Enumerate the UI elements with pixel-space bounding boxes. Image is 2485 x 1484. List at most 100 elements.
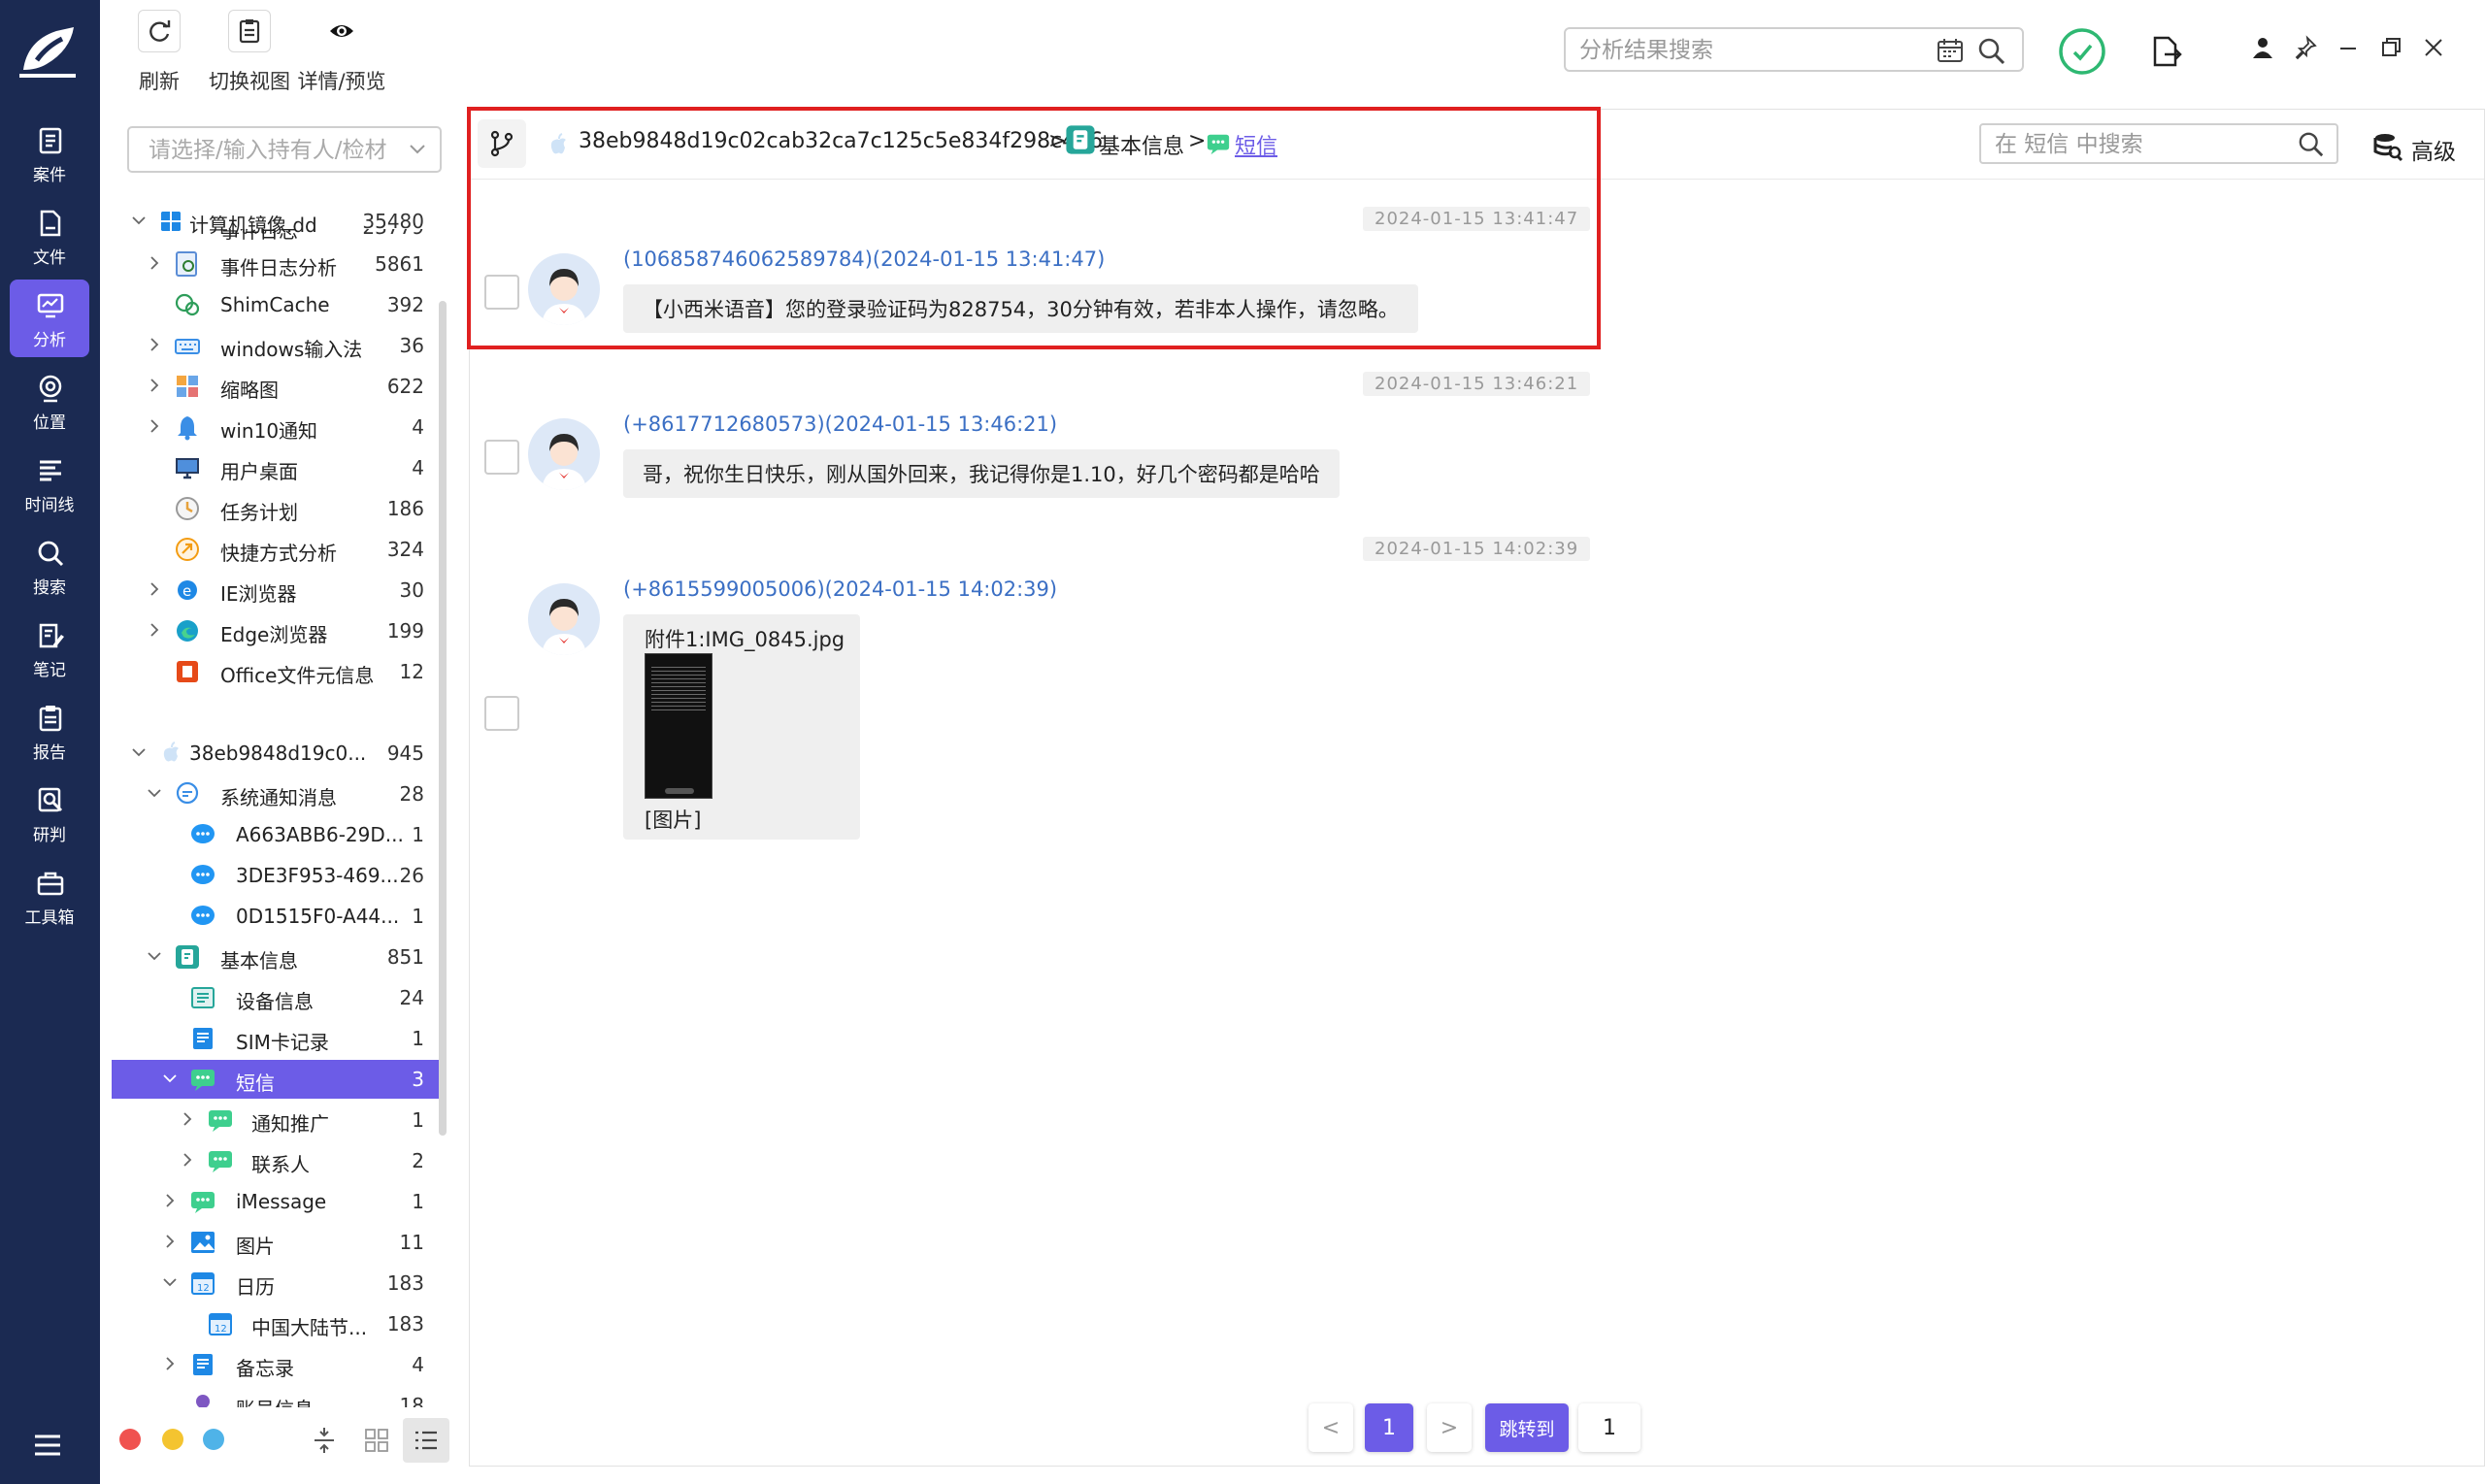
tree-row-user-desktop[interactable]: 用户桌面 4 (112, 448, 440, 487)
shield-check-icon[interactable] (2058, 27, 2106, 76)
chevron-right-icon[interactable] (162, 1234, 178, 1249)
pin-icon[interactable] (2293, 35, 2318, 60)
tree-row-sim-records[interactable]: SIM卡记录 1 (112, 1019, 440, 1058)
tree-row-windows-ime[interactable]: windows输入法 36 (112, 326, 440, 365)
breadcrumb-device[interactable]: 38eb9848d19c02cab32ca7c125c5e834f298c416 (579, 129, 1103, 153)
jump-to-button[interactable]: 跳转到 (1485, 1403, 1569, 1452)
chevron-right-icon[interactable] (162, 1193, 178, 1208)
message-checkbox[interactable] (484, 696, 519, 731)
restore-icon[interactable] (2378, 35, 2403, 60)
tree-row-sms[interactable]: 短信 3 (112, 1060, 440, 1099)
tree-row-notification-id[interactable]: 0D1515F0-A44... 1 (112, 897, 440, 936)
message-checkbox[interactable] (484, 275, 519, 310)
jump-page-input[interactable]: 1 (1578, 1403, 1640, 1452)
tree-row-device-info[interactable]: 设备信息 24 (112, 978, 440, 1017)
calendar-icon[interactable] (1937, 38, 1964, 63)
chevron-right-icon[interactable] (147, 337, 162, 352)
prev-page-button[interactable]: < (1309, 1403, 1353, 1452)
branch-button[interactable] (478, 119, 526, 168)
tree-row-thumbnails[interactable]: 缩略图 622 (112, 367, 440, 406)
grid-view-icon[interactable] (364, 1428, 389, 1453)
tree-row-system-notification[interactable]: 系统通知消息 28 (112, 775, 440, 813)
attachment-filename[interactable]: 附件1:IMG_0845.jpg (645, 624, 845, 653)
nav-item-toolbox[interactable]: 工具箱 (10, 857, 89, 935)
chevron-right-icon[interactable] (147, 581, 162, 597)
tree-row-memo[interactable]: 备忘录 4 (112, 1345, 440, 1384)
yellow-dot-icon[interactable] (162, 1429, 183, 1450)
tree-row-notification-id[interactable]: 3DE3F953-469... 26 (112, 856, 440, 895)
tree-row-ie-browser[interactable]: e IE浏览器 30 (112, 571, 440, 610)
holder-select[interactable] (127, 126, 442, 173)
tree-row-imessage[interactable]: iMessage 1 (112, 1182, 440, 1221)
chevron-down-icon[interactable] (162, 1071, 178, 1086)
red-dot-icon[interactable] (119, 1429, 141, 1450)
tree-row-sms-promotion[interactable]: 通知推广 1 (112, 1101, 440, 1139)
chevron-down-icon[interactable] (131, 744, 147, 760)
search-icon[interactable] (1977, 37, 2006, 66)
tree-row-photos[interactable]: 图片 11 (112, 1223, 440, 1262)
tree-scrollbar[interactable] (439, 301, 447, 1136)
chevron-down-icon[interactable] (162, 1274, 178, 1290)
tree-row-sms-contacts[interactable]: 联系人 2 (112, 1141, 440, 1180)
message-checkbox[interactable] (484, 440, 519, 475)
search-icon[interactable] (2298, 131, 2325, 158)
advanced-search-button[interactable]: 高级 (2372, 127, 2469, 165)
chevron-down-icon[interactable] (131, 213, 147, 228)
tree-row-task-schedule[interactable]: 任务计划 186 (112, 489, 440, 528)
nav-item-search[interactable]: 搜索 (10, 527, 89, 605)
tree-row-phone-device[interactable]: 38eb9848d19c0... 945 (112, 734, 440, 773)
nav-item-file[interactable]: 文件 (10, 197, 89, 275)
message-sender[interactable]: (+8617712680573)(2024-01-15 13:46:21) (623, 412, 1057, 436)
detail-preview-button[interactable]: 详情/预览 (295, 10, 388, 97)
tree-row-account-info[interactable]: 账号信息 18 (112, 1386, 440, 1407)
nav-item-note[interactable]: 笔记 (10, 610, 89, 687)
nav-item-timeline[interactable]: 时间线 (10, 445, 89, 522)
chevron-right-icon[interactable] (162, 1356, 178, 1371)
tree-row-shimcache[interactable]: ShimCache 392 (112, 285, 440, 324)
menu-icon[interactable] (33, 1434, 62, 1457)
user-icon[interactable] (2250, 35, 2275, 60)
chevron-down-icon[interactable] (147, 785, 162, 801)
tree-row-office-meta[interactable]: Office文件元信息 12 (112, 652, 440, 691)
message-sender[interactable]: (106858746062589784)(2024-01-15 13:41:47… (623, 247, 1105, 271)
nav-item-analysis[interactable]: 分析 (10, 280, 89, 357)
next-page-button[interactable]: > (1427, 1403, 1472, 1452)
breadcrumb-section[interactable]: 基本信息 (1099, 129, 1184, 160)
tree-row-calendar-holidays[interactable]: 12 中国大陆节... 183 (112, 1304, 440, 1343)
collapse-icon[interactable] (312, 1426, 337, 1455)
holder-input[interactable] (149, 136, 401, 165)
sms-content-panel: 38eb9848d19c02cab32ca7c125c5e834f298c416… (469, 109, 2485, 1467)
export-icon[interactable] (2149, 35, 2182, 68)
refresh-button[interactable]: 刷新 (130, 10, 188, 97)
chevron-right-icon[interactable] (147, 418, 162, 434)
sms-search-input[interactable] (1995, 130, 2286, 159)
chevron-right-icon[interactable] (147, 622, 162, 638)
tree-row-shortcut-analysis[interactable]: 快捷方式分析 324 (112, 530, 440, 569)
chevron-down-icon[interactable] (147, 948, 162, 964)
tree-row-notification-id[interactable]: A663ABB6-29D... 1 (112, 815, 440, 854)
minimize-icon[interactable] (2336, 35, 2361, 60)
chevron-right-icon[interactable] (180, 1111, 195, 1127)
chevron-right-icon[interactable] (147, 255, 162, 271)
chevron-right-icon[interactable] (147, 378, 162, 393)
nav-item-location[interactable]: 位置 (10, 362, 89, 440)
blue-dot-icon[interactable] (203, 1429, 224, 1450)
tree-row-event-log[interactable]: 事件日志 23779 (112, 229, 440, 245)
global-search-input[interactable] (1579, 35, 1909, 66)
attachment-thumbnail[interactable] (645, 653, 712, 799)
nav-item-case[interactable]: 案件 (10, 115, 89, 192)
current-page-button[interactable]: 1 (1365, 1403, 1413, 1452)
nav-item-judge[interactable]: 研判 (10, 775, 89, 852)
chevron-right-icon[interactable] (180, 1152, 195, 1168)
tree-row-edge-browser[interactable]: Edge浏览器 199 (112, 611, 440, 650)
list-view-button[interactable] (403, 1418, 449, 1463)
tree-row-calendar[interactable]: 12 日历 183 (112, 1264, 440, 1303)
breadcrumb-current[interactable]: 短信 (1235, 129, 1277, 160)
tree-row-event-log-analysis[interactable]: 事件日志分析 5861 (112, 245, 440, 283)
tree-row-win10-notification[interactable]: win10通知 4 (112, 408, 440, 446)
message-sender[interactable]: (+8615599005006)(2024-01-15 14:02:39) (623, 577, 1057, 601)
switch-view-button[interactable]: 切换视图 (206, 10, 293, 97)
nav-item-report[interactable]: 报告 (10, 692, 89, 770)
close-icon[interactable] (2421, 35, 2446, 60)
tree-row-basic-info[interactable]: 基本信息 851 (112, 938, 440, 976)
